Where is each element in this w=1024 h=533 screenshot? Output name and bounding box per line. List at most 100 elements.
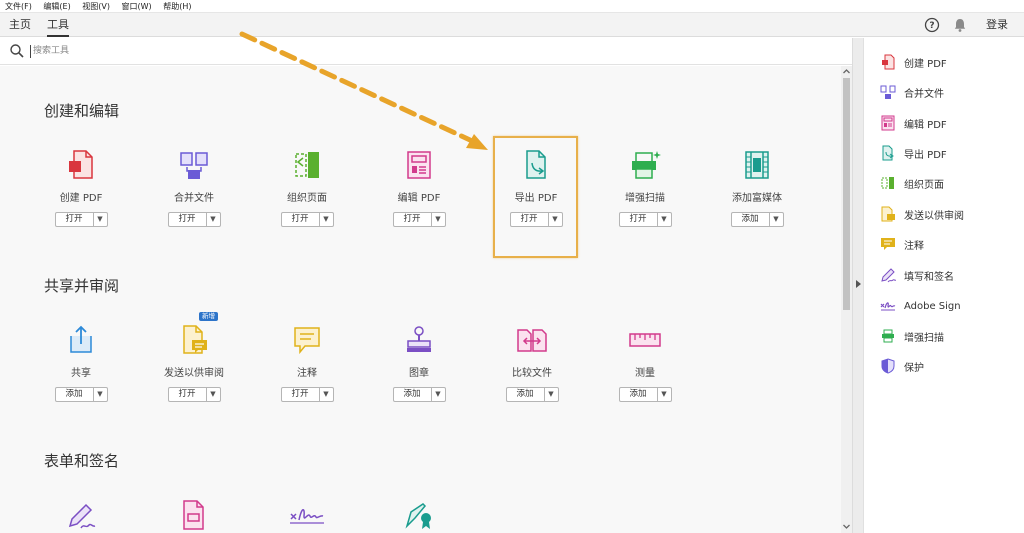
- caret-down-icon[interactable]: ▼: [770, 213, 783, 226]
- menu-window[interactable]: 窗口(W): [122, 2, 152, 11]
- sidebar-item-label: 增强扫描: [904, 332, 944, 344]
- caret-down-icon[interactable]: ▼: [94, 213, 107, 226]
- tool-label: 共享: [71, 368, 91, 379]
- tool-label: 添加富媒体: [732, 193, 782, 204]
- sidebar-item-fill-sign[interactable]: 填写和签名: [880, 265, 954, 285]
- section-title-forms-signatures: 表单和签名: [44, 452, 120, 470]
- caret-down-icon[interactable]: ▼: [658, 388, 671, 401]
- svg-text:?: ?: [929, 21, 934, 31]
- add-button[interactable]: 添加 ▼: [392, 387, 446, 402]
- open-button[interactable]: 打开 ▼: [280, 212, 334, 227]
- search-icon: [10, 44, 24, 58]
- enhance-scan-icon[interactable]: [590, 146, 700, 184]
- caret-down-icon[interactable]: ▼: [320, 213, 333, 226]
- scroll-down-icon[interactable]: [842, 522, 851, 531]
- button-label: 打开: [282, 388, 320, 401]
- bell-icon[interactable]: [951, 16, 969, 34]
- sidebar-item-combine-files[interactable]: 合并文件: [880, 82, 944, 102]
- sidebar-item-organize-pages[interactable]: 组织页面: [880, 173, 944, 193]
- send-review-icon: [880, 206, 896, 222]
- chevron-right-icon[interactable]: [855, 279, 862, 289]
- caret-down-icon[interactable]: ▼: [207, 213, 220, 226]
- sidebar-item-enhance-scan[interactable]: 增强扫描: [880, 326, 944, 346]
- certificate-icon[interactable]: [364, 496, 474, 533]
- tool-prepare-form: [139, 496, 249, 533]
- create-pdf-icon: [880, 54, 896, 70]
- comment-icon[interactable]: [252, 321, 362, 359]
- caret-down-icon[interactable]: ▼: [207, 388, 220, 401]
- share-icon[interactable]: [26, 321, 136, 359]
- tool-label: 创建 PDF: [59, 193, 103, 204]
- caret-down-icon[interactable]: ▼: [545, 388, 558, 401]
- rich-media-icon[interactable]: [702, 146, 812, 184]
- open-button[interactable]: 打开 ▼: [54, 212, 108, 227]
- menu-file[interactable]: 文件(F): [5, 2, 32, 11]
- menu-view[interactable]: 视图(V): [82, 2, 110, 11]
- sidebar-item-edit-pdf[interactable]: 编辑 PDF: [880, 113, 947, 133]
- add-button[interactable]: 添加 ▼: [505, 387, 559, 402]
- button-label: 打开: [169, 388, 207, 401]
- caret-down-icon[interactable]: ▼: [320, 388, 333, 401]
- scroll-thumb[interactable]: [843, 78, 850, 310]
- tool-label: 比较文件: [512, 368, 552, 379]
- caret-down-icon[interactable]: ▼: [432, 388, 445, 401]
- menu-edit[interactable]: 编辑(E): [43, 2, 70, 11]
- tool-enhance-scan: 增强扫描 打开 ▼: [590, 146, 700, 227]
- organize-pages-icon[interactable]: [252, 146, 362, 184]
- open-button[interactable]: 打开 ▼: [392, 212, 446, 227]
- open-button[interactable]: 打开 ▼: [167, 212, 221, 227]
- stamp-icon[interactable]: [364, 321, 474, 359]
- add-button[interactable]: 添加 ▼: [54, 387, 108, 402]
- tool-share: 共享 添加 ▼: [26, 321, 136, 402]
- search-input[interactable]: 搜索工具: [30, 45, 69, 58]
- comment-icon: [880, 236, 896, 252]
- fill-sign-icon: [880, 267, 896, 283]
- tools-center: 创建和编辑 创建 PDF 打开 ▼ 合并文件 打开 ▼ 组织页面 打开 ▼ 编辑 PD…: [0, 66, 841, 533]
- add-button[interactable]: 添加 ▼: [730, 212, 784, 227]
- sidebar-item-label: 创建 PDF: [904, 58, 947, 70]
- sidebar-item-create-pdf[interactable]: 创建 PDF: [880, 52, 947, 72]
- help-icon[interactable]: ?: [923, 16, 941, 34]
- login-button[interactable]: 登录: [986, 13, 1008, 37]
- caret-down-icon[interactable]: ▼: [94, 388, 107, 401]
- open-button[interactable]: 打开 ▼: [618, 212, 672, 227]
- caret-down-icon[interactable]: ▼: [658, 213, 671, 226]
- tool-fill-sign: [26, 496, 136, 533]
- scrollbar[interactable]: [841, 66, 852, 533]
- open-button[interactable]: 打开 ▼: [280, 387, 334, 402]
- sidebar-item-adobe-sign[interactable]: Adobe Sign: [880, 296, 961, 316]
- edit-pdf-icon[interactable]: [364, 146, 474, 184]
- add-button[interactable]: 添加 ▼: [618, 387, 672, 402]
- scroll-up-icon[interactable]: [842, 67, 851, 76]
- tools-sidebar: 创建 PDF 合并文件 编辑 PDF 导出 PDF 组织页面 发送以供审阅 注释…: [863, 38, 1024, 533]
- highlight-frame: [493, 136, 578, 258]
- button-label: 添加: [507, 388, 545, 401]
- sidebar-item-protect[interactable]: 保护: [880, 356, 924, 376]
- caret-down-icon[interactable]: ▼: [432, 213, 445, 226]
- combine-files-icon[interactable]: [139, 146, 249, 184]
- prepare-form-icon[interactable]: [139, 496, 249, 533]
- menu-help[interactable]: 帮助(H): [163, 2, 191, 11]
- sidebar-item-comment[interactable]: 注释: [880, 234, 924, 254]
- sidebar-item-label: 组织页面: [904, 179, 944, 191]
- sidebar-item-label: 合并文件: [904, 88, 944, 100]
- tool-comment: 注释 打开 ▼: [252, 321, 362, 402]
- tab-tools[interactable]: 工具: [47, 13, 69, 37]
- sidebar-item-send-review[interactable]: 发送以供审阅: [880, 204, 964, 224]
- send-review-icon[interactable]: [139, 321, 249, 359]
- open-button[interactable]: 打开 ▼: [167, 387, 221, 402]
- search-bar: 搜索工具: [0, 38, 852, 65]
- measure-icon[interactable]: [590, 321, 700, 359]
- tool-rich-media: 添加富媒体 添加 ▼: [702, 146, 812, 227]
- adobe-sign-icon[interactable]: [252, 496, 362, 533]
- compare-files-icon[interactable]: [477, 321, 587, 359]
- panel-collapse-strip[interactable]: [852, 38, 863, 533]
- tool-create-pdf: 创建 PDF 打开 ▼: [26, 146, 136, 227]
- tab-home[interactable]: 主页: [9, 13, 31, 37]
- sidebar-item-export-pdf[interactable]: 导出 PDF: [880, 143, 947, 163]
- tool-stamp: 图章 添加 ▼: [364, 321, 474, 402]
- sidebar-item-label: 保护: [904, 362, 924, 374]
- sidebar-item-label: 填写和签名: [904, 271, 954, 283]
- fill-sign-icon[interactable]: [26, 496, 136, 533]
- create-pdf-icon[interactable]: [26, 146, 136, 184]
